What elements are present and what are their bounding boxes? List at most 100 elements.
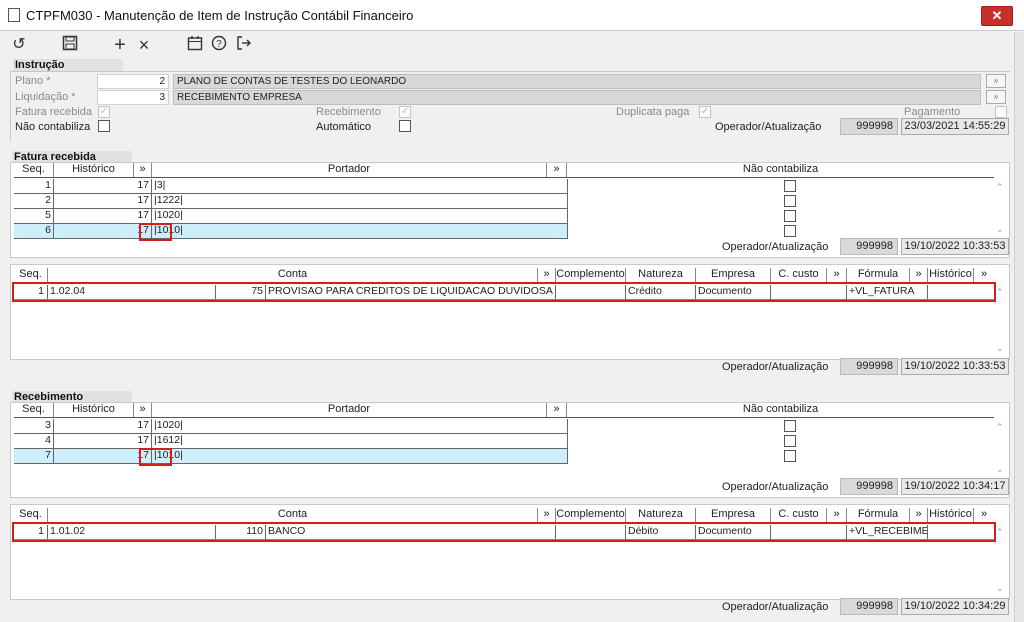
cell-seq: 6 bbox=[14, 224, 54, 238]
scroll-down-icon[interactable]: ⌄ bbox=[996, 224, 1004, 235]
cell-historico: 17 bbox=[54, 194, 152, 208]
scroll-up-icon[interactable]: ⌃ bbox=[996, 182, 1004, 193]
calendar-icon[interactable] bbox=[185, 35, 205, 55]
add-icon[interactable]: + bbox=[110, 35, 130, 55]
close-icon[interactable]: × bbox=[134, 35, 154, 55]
col-natureza[interactable]: Natureza bbox=[626, 508, 696, 522]
cell-historico: 17 bbox=[54, 179, 152, 193]
liquidacao-lookup-button[interactable]: » bbox=[986, 90, 1006, 104]
cell-seq: 7 bbox=[14, 449, 54, 463]
scroll-up-icon[interactable]: ⌃ bbox=[996, 287, 1004, 298]
col-historico-more[interactable]: » bbox=[134, 163, 152, 177]
col-seq[interactable]: Seq. bbox=[14, 268, 48, 282]
col-portador[interactable]: Portador bbox=[152, 403, 547, 417]
instrucao-section-header: Instrução bbox=[13, 59, 123, 71]
nao-contabiliza-checkbox[interactable] bbox=[784, 180, 796, 192]
col-natureza[interactable]: Natureza bbox=[626, 268, 696, 282]
fatura-recebida-label: Fatura recebida bbox=[15, 106, 93, 118]
atualizacao-value: 23/03/2021 14:55:29 bbox=[901, 118, 1009, 135]
table-row[interactable]: 5 17 |1020| bbox=[14, 209, 568, 224]
col-formula-more[interactable]: » bbox=[910, 268, 928, 282]
pagamento-checkbox bbox=[995, 106, 1007, 118]
automatico-checkbox[interactable] bbox=[399, 120, 411, 132]
cell-portador: |1222| bbox=[152, 194, 568, 208]
window-scrollbar[interactable] bbox=[1014, 32, 1024, 622]
scroll-down-icon[interactable]: ⌄ bbox=[996, 343, 1004, 354]
cell-portador: |1020| bbox=[152, 419, 568, 433]
fatura-operador-value: 999998 bbox=[840, 238, 898, 255]
save-icon[interactable] bbox=[60, 35, 80, 55]
col-nao-contabiliza[interactable]: Não contabiliza bbox=[567, 403, 994, 417]
col-historico[interactable]: Histórico bbox=[928, 508, 974, 522]
nao-contabiliza-checkbox[interactable] bbox=[784, 210, 796, 222]
col-empresa[interactable]: Empresa bbox=[696, 508, 771, 522]
nao-contabiliza-checkbox[interactable] bbox=[98, 120, 110, 132]
undo-icon[interactable]: ↺ bbox=[9, 35, 29, 55]
nao-contabiliza-checkbox[interactable] bbox=[784, 420, 796, 432]
col-portador[interactable]: Portador bbox=[152, 163, 547, 177]
col-historico-more[interactable]: » bbox=[974, 508, 994, 522]
table-row[interactable]: 4 17 |1612| bbox=[14, 434, 568, 449]
col-complemento[interactable]: Complemento bbox=[556, 508, 626, 522]
recebimento-atualizacao-value: 19/10/2022 10:34:17 bbox=[901, 478, 1009, 495]
col-conta[interactable]: Conta bbox=[48, 268, 538, 282]
nao-contabiliza-label: Não contabiliza bbox=[15, 121, 91, 133]
scroll-down-icon[interactable]: ⌄ bbox=[996, 583, 1004, 594]
col-ccusto-more[interactable]: » bbox=[827, 508, 847, 522]
table-row[interactable]: 1 17 |3| bbox=[14, 179, 568, 194]
help-icon[interactable]: ? bbox=[209, 35, 229, 55]
col-formula-more[interactable]: » bbox=[910, 508, 928, 522]
col-conta-more[interactable]: » bbox=[538, 508, 556, 522]
liquidacao-description: RECEBIMENTO EMPRESA bbox=[173, 90, 981, 105]
recebimento-conta-operador-value: 999998 bbox=[840, 598, 898, 615]
col-historico[interactable]: Histórico bbox=[928, 268, 974, 282]
col-historico[interactable]: Histórico bbox=[54, 403, 134, 417]
cell-historico: 17 bbox=[54, 209, 152, 223]
table-row[interactable]: 2 17 |1222| bbox=[14, 194, 568, 209]
fatura-operador-label: Operador/Atualização bbox=[722, 241, 829, 253]
col-ccusto-more[interactable]: » bbox=[827, 268, 847, 282]
cell-portador: |3| bbox=[152, 179, 568, 193]
col-complemento[interactable]: Complemento bbox=[556, 268, 626, 282]
table-row[interactable]: 6 17 |1010| bbox=[14, 224, 568, 239]
col-formula[interactable]: Fórmula bbox=[847, 508, 910, 522]
nao-contabiliza-checkbox[interactable] bbox=[784, 225, 796, 237]
table-row[interactable]: 7 17 |1010| bbox=[14, 449, 568, 464]
recebimento-conta-header: Seq. Conta » Complemento Natureza Empres… bbox=[14, 508, 994, 523]
col-ccusto[interactable]: C. custo bbox=[771, 268, 827, 282]
plano-lookup-button[interactable]: » bbox=[986, 74, 1006, 88]
fatura-conta-operador-label: Operador/Atualização bbox=[722, 361, 829, 373]
col-seq[interactable]: Seq. bbox=[14, 508, 48, 522]
col-formula[interactable]: Fórmula bbox=[847, 268, 910, 282]
nao-contabiliza-checkbox[interactable] bbox=[784, 450, 796, 462]
window-close-button[interactable]: ✕ bbox=[981, 6, 1013, 26]
liquidacao-code-input[interactable]: 3 bbox=[97, 90, 169, 105]
cell-historico: 17 bbox=[54, 224, 152, 238]
nao-contabiliza-checkbox[interactable] bbox=[784, 435, 796, 447]
col-seq[interactable]: Seq. bbox=[14, 163, 54, 177]
window-title: CTPFM030 - Manutenção de Item de Instruç… bbox=[26, 8, 414, 23]
col-historico[interactable]: Histórico bbox=[54, 163, 134, 177]
scroll-up-icon[interactable]: ⌃ bbox=[996, 527, 1004, 538]
col-portador-more[interactable]: » bbox=[547, 403, 567, 417]
fatura-conta-atualizacao-value: 19/10/2022 10:33:53 bbox=[901, 358, 1009, 375]
col-empresa[interactable]: Empresa bbox=[696, 268, 771, 282]
scroll-up-icon[interactable]: ⌃ bbox=[996, 422, 1004, 433]
recebimento-operador-label: Operador/Atualização bbox=[722, 481, 829, 493]
exit-icon[interactable] bbox=[234, 35, 254, 55]
table-row[interactable]: 3 17 |1020| bbox=[14, 419, 568, 434]
col-conta[interactable]: Conta bbox=[48, 508, 538, 522]
plano-code-input[interactable]: 2 bbox=[97, 74, 169, 89]
automatico-label: Automático bbox=[316, 121, 372, 133]
pagamento-label: Pagamento bbox=[904, 106, 961, 118]
col-nao-contabiliza[interactable]: Não contabiliza bbox=[567, 163, 994, 177]
col-ccusto[interactable]: C. custo bbox=[771, 508, 827, 522]
col-conta-more[interactable]: » bbox=[538, 268, 556, 282]
col-historico-more[interactable]: » bbox=[134, 403, 152, 417]
operador-atualizacao-label: Operador/Atualização bbox=[715, 121, 822, 133]
col-historico-more[interactable]: » bbox=[974, 268, 994, 282]
scroll-down-icon[interactable]: ⌄ bbox=[996, 464, 1004, 475]
col-seq[interactable]: Seq. bbox=[14, 403, 54, 417]
col-portador-more[interactable]: » bbox=[547, 163, 567, 177]
nao-contabiliza-checkbox[interactable] bbox=[784, 195, 796, 207]
